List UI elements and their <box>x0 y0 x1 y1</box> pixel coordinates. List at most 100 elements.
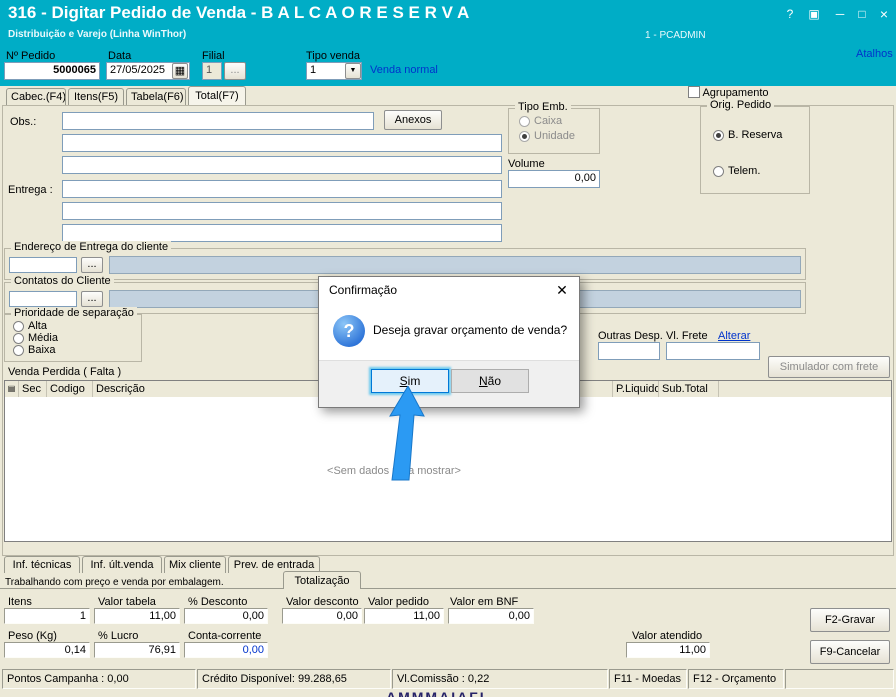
endereco-browse-button[interactable]: ... <box>81 257 103 273</box>
grid-col-p-liquido: P.Liquido <box>613 381 659 397</box>
filial-field: 1 <box>202 62 222 80</box>
entrega-input-3[interactable] <box>62 224 502 242</box>
totals-divider <box>0 588 896 589</box>
radio-media-label: Média <box>28 332 58 344</box>
f2-gravar-button[interactable]: F2-Gravar <box>810 608 890 632</box>
dialog-title: Confirmação <box>329 283 398 297</box>
valor-atendido-label: Valor atendido <box>632 630 703 642</box>
conta-corrente-value: 0,00 <box>184 642 268 658</box>
entrega-input-1[interactable] <box>62 180 502 198</box>
radio-icon[interactable] <box>13 344 24 356</box>
tipo-emb-group: Tipo Emb. Caixa Unidade <box>508 101 600 154</box>
agrupamento-checkbox[interactable]: Agrupamento <box>688 86 769 99</box>
obs-input-1[interactable] <box>62 112 374 130</box>
tab-totalizacao[interactable]: Totalização <box>283 571 361 589</box>
contatos-browse-button[interactable]: ... <box>81 291 103 307</box>
radio-baixa-label: Baixa <box>28 344 56 356</box>
vl-frete-field[interactable] <box>666 342 760 360</box>
radio-b-reserva[interactable]: B. Reserva <box>713 129 782 141</box>
radio-caixa: Caixa <box>519 115 562 127</box>
radio-icon[interactable] <box>713 165 724 177</box>
statusbar-spacer <box>785 669 894 689</box>
capture-icon[interactable]: ▣ <box>804 5 824 23</box>
radio-unidade: Unidade <box>519 130 575 142</box>
window-title: 316 - Digitar Pedido de Venda - B A L C … <box>8 3 470 22</box>
valor-desconto-label: Valor desconto <box>286 596 359 608</box>
nao-button[interactable]: Não <box>451 369 529 393</box>
tab-itens[interactable]: Itens(F5) <box>68 88 124 105</box>
f9-cancelar-button[interactable]: F9-Cancelar <box>810 640 890 664</box>
chevron-down-icon[interactable]: ▼ <box>345 63 361 79</box>
confirmation-dialog: Confirmação ✕ ? Deseja gravar orçamento … <box>318 276 580 408</box>
pct-lucro-value: 76,91 <box>94 642 180 658</box>
statusbar-comissao: Vl.Comissão : 0,22 <box>392 669 608 689</box>
obs-input-3[interactable] <box>62 156 502 174</box>
question-icon: ? <box>333 315 365 347</box>
radio-icon[interactable] <box>713 129 724 141</box>
radio-telem-label: Telem. <box>728 165 761 177</box>
grid-col-codigo: Codigo <box>47 381 93 397</box>
orig-pedido-legend: Orig. Pedido <box>707 99 775 111</box>
valor-atendido-value: 11,00 <box>626 642 710 658</box>
pct-desconto-value: 0,00 <box>184 608 268 624</box>
pedido-field[interactable]: 5000065 <box>4 62 100 80</box>
statusbar-credito: Crédito Disponível: 99.288,65 <box>197 669 391 689</box>
radio-unidade-label: Unidade <box>534 130 575 142</box>
tab-inf-ult-venda[interactable]: Inf. últ.venda <box>82 556 162 573</box>
dialog-button-strip <box>319 360 579 407</box>
itens-value: 1 <box>4 608 90 624</box>
checkbox-icon[interactable] <box>688 86 700 98</box>
pedido-label: Nº Pedido <box>6 50 56 62</box>
conta-corrente-label: Conta-corrente <box>188 630 262 642</box>
dialog-message: Deseja gravar orçamento de venda? <box>373 323 568 337</box>
statusbar-orcamento: F12 - Orçamento <box>688 669 784 689</box>
obs-input-2[interactable] <box>62 134 502 152</box>
outras-desp-field[interactable] <box>598 342 660 360</box>
tab-cabec[interactable]: Cabec.(F4) <box>6 88 66 105</box>
radio-icon[interactable] <box>13 320 24 332</box>
agrupamento-label: Agrupamento <box>702 87 769 99</box>
prioridade-legend: Prioridade de separação <box>11 307 137 319</box>
valor-pedido-value: 11,00 <box>364 608 444 624</box>
alterar-link[interactable]: Alterar <box>718 330 750 342</box>
radio-icon[interactable] <box>13 332 24 344</box>
valor-desconto-value: 0,00 <box>282 608 362 624</box>
peso-label: Peso (Kg) <box>8 630 57 642</box>
tab-inf-tecnicas[interactable]: Inf. técnicas <box>4 556 80 573</box>
pct-lucro-label: % Lucro <box>98 630 139 642</box>
minimize-icon[interactable]: ─ <box>830 5 850 23</box>
radio-telem[interactable]: Telem. <box>713 165 760 177</box>
grid-marker-icon: ▤ <box>5 381 19 397</box>
anexos-button[interactable]: Anexos <box>384 110 442 130</box>
radio-baixa[interactable]: Baixa <box>13 344 56 356</box>
tipo-venda-label: Tipo venda <box>306 50 361 62</box>
tab-tabela[interactable]: Tabela(F6) <box>126 88 186 105</box>
statusbar-moedas: F11 - Moedas <box>609 669 687 689</box>
volume-label: Volume <box>508 158 545 170</box>
contatos-code-input[interactable] <box>9 291 77 307</box>
vl-frete-label: Vl. Frete <box>666 330 708 342</box>
itens-label: Itens <box>8 596 32 608</box>
tab-mix-cliente[interactable]: Mix cliente <box>164 556 226 573</box>
valor-tabela-value: 11,00 <box>94 608 180 624</box>
tab-total[interactable]: Total(F7) <box>188 86 246 105</box>
maximize-icon[interactable]: □ <box>852 5 872 23</box>
endereco-code-input[interactable] <box>9 257 77 273</box>
filial-label: Filial <box>202 50 225 62</box>
radio-media[interactable]: Média <box>13 332 58 344</box>
peso-value: 0,14 <box>4 642 90 658</box>
calendar-icon[interactable]: ▦ <box>172 63 188 79</box>
data-label: Data <box>108 50 132 62</box>
dialog-close-icon[interactable]: ✕ <box>545 277 579 303</box>
application-window: 316 - Digitar Pedido de Venda - B A L C … <box>0 0 896 697</box>
atalhos-link[interactable]: Atalhos <box>856 48 893 60</box>
help-icon[interactable]: ? <box>780 5 800 23</box>
volume-field[interactable]: 0,00 <box>508 170 600 188</box>
radio-alta[interactable]: Alta <box>13 320 47 332</box>
close-icon[interactable]: × <box>874 5 894 23</box>
window-subtitle: Distribuição e Varejo (Linha WinThor) <box>8 29 187 40</box>
radio-icon <box>519 115 530 127</box>
filial-browse-button: ... <box>224 62 246 80</box>
annotation-arrow-icon <box>389 386 425 481</box>
entrega-input-2[interactable] <box>62 202 502 220</box>
